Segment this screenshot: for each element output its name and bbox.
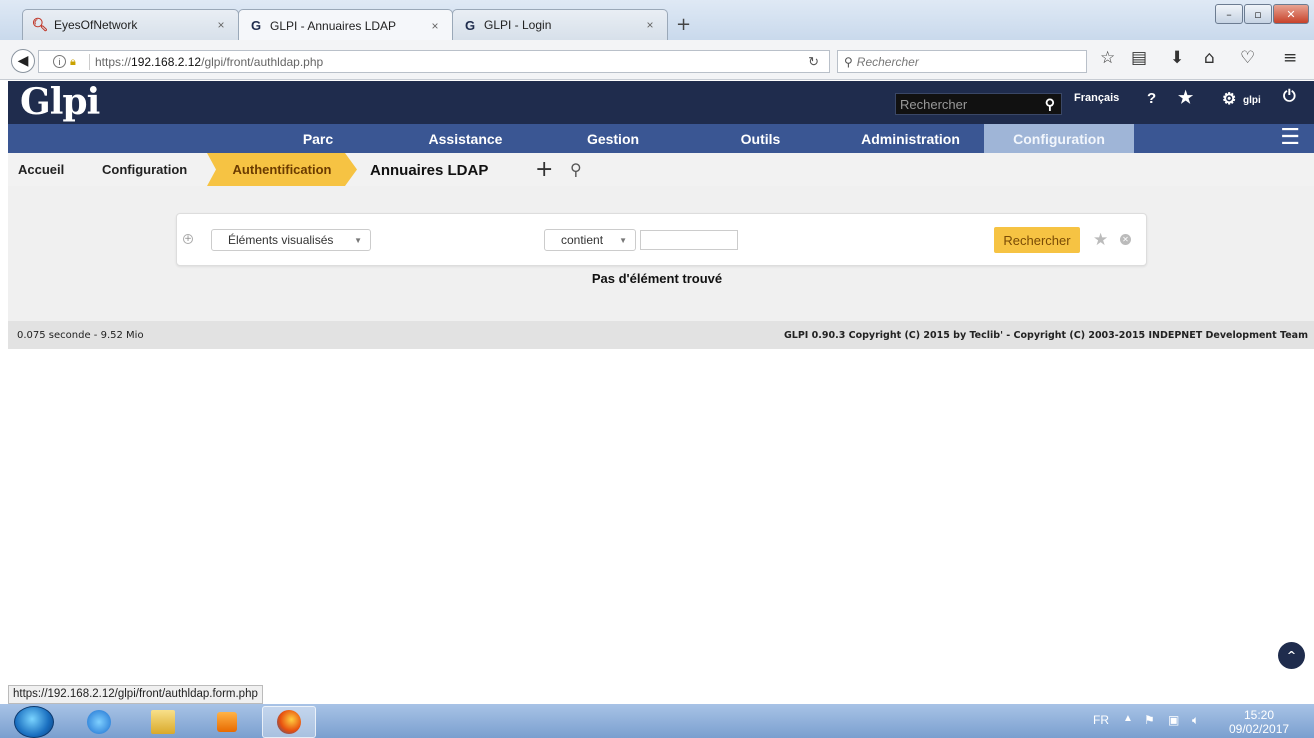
glpi-search-input[interactable]: Rechercher ⚲ xyxy=(895,93,1062,115)
copyright[interactable]: GLPI 0.90.3 Copyright (C) 2015 by Teclib… xyxy=(784,330,1308,341)
network-flag-icon[interactable]: ⚑ xyxy=(1144,713,1155,727)
magnifier-favicon-icon: 🔍︎ xyxy=(31,17,49,32)
no-result-message: Pas d'élément trouvé xyxy=(591,271,723,286)
clock-time[interactable]: 15:20 xyxy=(1244,708,1274,722)
maximize-button[interactable]: ▫ xyxy=(1244,4,1272,24)
language-link[interactable]: Français xyxy=(1074,92,1119,104)
tab-close-icon[interactable]: × xyxy=(214,18,228,32)
network-icon[interactable]: ▣ xyxy=(1168,713,1179,727)
info-icon[interactable]: i xyxy=(53,55,66,68)
separator xyxy=(89,53,90,70)
clock-date[interactable]: 09/02/2017 xyxy=(1229,722,1289,736)
reload-icon[interactable]: ↻ xyxy=(808,54,819,70)
hamburger-menu-icon[interactable]: ☰ xyxy=(1280,127,1300,149)
browser-tab-bar: 🔍︎ EyesOfNetwork × G GLPI - Annuaires LD… xyxy=(0,0,1314,41)
media-player-icon xyxy=(217,712,237,732)
help-link[interactable]: ? xyxy=(1147,90,1156,107)
breadcrumb-accueil[interactable]: Accueil xyxy=(18,153,64,186)
windows-taskbar xyxy=(0,704,1314,738)
home-icon[interactable]: ⌂ xyxy=(1204,48,1215,68)
menu-gestion[interactable]: Gestion xyxy=(563,124,663,153)
glpi-favicon-icon: G xyxy=(250,18,262,33)
browser-nav-bar: ◀ i 🔒︎ https://192.168.2.12/glpi/front/a… xyxy=(0,40,1314,80)
taskbar-media-player[interactable] xyxy=(200,706,254,738)
close-window-button[interactable]: ✕ xyxy=(1273,4,1309,24)
address-bar[interactable]: i 🔒︎ https://192.168.2.12/glpi/front/aut… xyxy=(38,50,830,73)
url-text: https://192.168.2.12/glpi/front/authldap… xyxy=(95,54,324,69)
reading-list-icon[interactable]: ▤ xyxy=(1131,48,1147,68)
chevron-down-icon: ▼ xyxy=(354,235,362,245)
tab-close-icon[interactable]: × xyxy=(643,18,657,32)
warning-lock-icon[interactable]: 🔒︎ xyxy=(70,56,84,68)
reset-search-icon[interactable]: ✕ xyxy=(1120,234,1131,245)
search-button[interactable]: Rechercher xyxy=(994,227,1080,253)
menu-outils[interactable]: Outils xyxy=(718,124,803,153)
user-link[interactable]: glpi xyxy=(1243,95,1261,106)
menu-configuration[interactable]: Configuration xyxy=(984,124,1134,153)
breadcrumb: Accueil Configuration Authentification xyxy=(8,153,1314,186)
breadcrumb-configuration[interactable]: Configuration xyxy=(102,153,187,186)
field-select[interactable]: Éléments visualisés ▼ xyxy=(211,229,371,251)
menu-assistance[interactable]: Assistance xyxy=(408,124,523,153)
show-hidden-icons-icon[interactable]: ▲ xyxy=(1123,713,1133,724)
logout-power-icon[interactable]: ⏻ xyxy=(1283,88,1296,106)
browser-search-input[interactable]: ⚲ Rechercher xyxy=(837,50,1087,73)
add-icon[interactable]: + xyxy=(535,157,553,182)
tab-close-icon[interactable]: × xyxy=(428,19,442,33)
chevron-down-icon: ▼ xyxy=(619,235,627,245)
back-arrow-icon: ◀ xyxy=(17,53,29,69)
breadcrumb-authentification[interactable]: Authentification xyxy=(207,153,357,186)
gear-icon[interactable]: ⚙ xyxy=(1222,89,1236,109)
scroll-to-top-button[interactable]: ^ xyxy=(1278,642,1305,669)
menu-icon[interactable]: ≡ xyxy=(1283,48,1297,68)
glpi-favicon-icon: G xyxy=(464,17,476,33)
menu-parc[interactable]: Parc xyxy=(278,124,358,153)
page-title[interactable]: Annuaires LDAP xyxy=(370,162,488,179)
main-menu: Parc Assistance Gestion Outils Administr… xyxy=(8,124,1314,153)
glpi-header: Glpi Rechercher ⚲ Français ? ★ ⚙ glpi ⏻ xyxy=(8,81,1314,124)
status-bar-url: https://192.168.2.12/glpi/front/authldap… xyxy=(8,685,263,704)
taskbar-internet-explorer[interactable] xyxy=(72,706,126,738)
tab-glpi-annuaires-ldap[interactable]: G GLPI - Annuaires LDAP × xyxy=(238,9,453,41)
bookmarks-star-icon[interactable]: ★ xyxy=(1178,88,1193,108)
menu-administration[interactable]: Administration xyxy=(838,124,983,153)
add-criterion-icon[interactable]: + xyxy=(183,234,193,244)
page-footer: 0.075 seconde - 9.52 Mio GLPI 0.90.3 Cop… xyxy=(8,321,1314,349)
tab-eyesofnetwork[interactable]: 🔍︎ EyesOfNetwork × xyxy=(22,9,239,40)
taskbar-explorer[interactable] xyxy=(136,706,190,738)
new-tab-button[interactable]: + xyxy=(676,14,691,35)
taskbar-firefox[interactable] xyxy=(262,706,316,738)
bookmark-star-icon[interactable]: ☆ xyxy=(1100,48,1115,68)
internet-explorer-icon xyxy=(87,710,111,734)
search-icon[interactable]: ⚲ xyxy=(570,160,582,179)
glpi-logo[interactable]: Glpi xyxy=(20,81,100,123)
download-icon[interactable]: ⬇ xyxy=(1170,48,1184,68)
folder-icon xyxy=(151,710,175,734)
tab-glpi-login[interactable]: G GLPI - Login × xyxy=(452,9,668,40)
minimize-button[interactable]: – xyxy=(1215,4,1243,24)
volume-icon[interactable]: 🔈︎ xyxy=(1192,713,1199,728)
back-button[interactable]: ◀ xyxy=(11,49,35,73)
language-indicator[interactable]: FR xyxy=(1093,713,1109,727)
firefox-icon xyxy=(277,710,301,734)
save-search-star-icon[interactable]: ★ xyxy=(1093,230,1108,250)
search-value-input[interactable] xyxy=(640,230,738,250)
search-icon: ⚲ xyxy=(844,54,853,69)
pocket-icon[interactable]: ♡ xyxy=(1240,48,1255,68)
search-icon[interactable]: ⚲ xyxy=(1045,96,1055,113)
start-button[interactable] xyxy=(14,706,54,738)
operator-select[interactable]: contient ▼ xyxy=(544,229,636,251)
render-time: 0.075 seconde - 9.52 Mio xyxy=(17,330,144,341)
